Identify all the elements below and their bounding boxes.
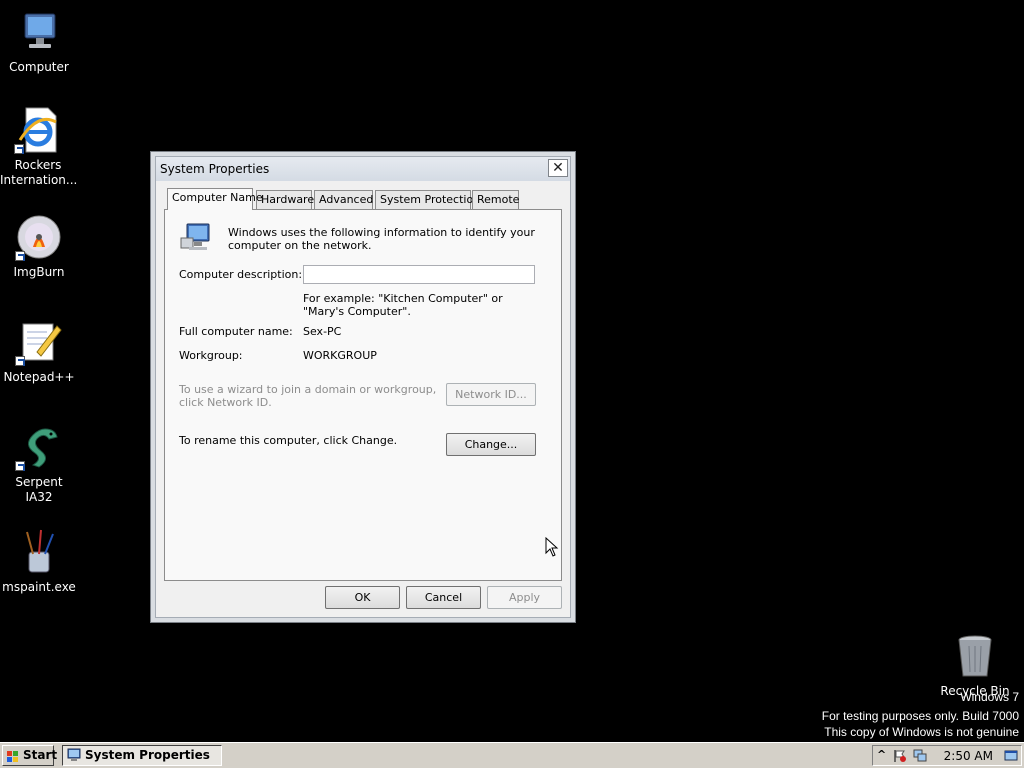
tab-system-protection[interactable]: System Protection: [375, 190, 480, 209]
start-button[interactable]: Start: [2, 745, 58, 766]
taskbar-button-system-properties[interactable]: System Properties: [62, 745, 222, 766]
desktop-icon-label-line2: Internation...: [0, 173, 78, 187]
tab-computer-name[interactable]: Computer Name: [167, 188, 263, 210]
network-computer-icon: [179, 222, 211, 252]
windows-flag-icon: [7, 750, 19, 762]
shortcut-arrow-icon: [15, 461, 25, 471]
computer-icon: [15, 8, 63, 56]
imgburn-disc-icon: [15, 213, 63, 261]
show-hidden-icons-button[interactable]: ^: [877, 748, 886, 761]
desktop-icon-imgburn[interactable]: ImgBurn: [1, 213, 77, 280]
desktop-icon-serpent-ia32[interactable]: Serpent IA32: [1, 423, 77, 505]
windows-watermark-title: Windows 7: [960, 690, 1019, 704]
mouse-cursor-icon: [545, 536, 559, 557]
system-properties-icon: [67, 748, 81, 762]
desktop-icon-label: Rockers Internation...: [0, 158, 78, 188]
tab-hardware[interactable]: Hardware: [256, 190, 314, 209]
taskbar-button-label: System Properties: [85, 748, 210, 762]
apply-button[interactable]: Apply: [487, 586, 562, 609]
system-tray: ^ 2:50 AM: [872, 745, 1022, 766]
dialog-title: System Properties: [160, 162, 270, 176]
desktop-icon-label: Serpent IA32: [15, 475, 63, 504]
taskbar-clock[interactable]: 2:50 AM: [944, 749, 993, 763]
desktop-icon-computer[interactable]: Computer: [1, 8, 77, 75]
shortcut-arrow-icon: [15, 251, 25, 261]
rename-text: To rename this computer, click Change.: [179, 434, 398, 447]
recycle-bin-icon: [951, 632, 999, 680]
start-label: Start: [23, 748, 58, 762]
desktop-icon-label-line1: Rockers: [14, 158, 62, 172]
shortcut-arrow-icon: [15, 356, 25, 366]
full-computer-name-value: Sex-PC: [303, 325, 342, 338]
desktop-icon-recycle-bin[interactable]: Recycle Bin: [937, 632, 1013, 699]
desktop-icon-label: ImgBurn: [13, 265, 65, 279]
network-tray-icon[interactable]: [913, 749, 927, 763]
shortcut-arrow-icon: [14, 144, 24, 154]
close-icon: ✕: [552, 160, 564, 176]
internet-explorer-icon: [14, 106, 62, 154]
system-properties-dialog: System Properties ✕ Computer Name Hardwa…: [150, 151, 576, 623]
taskbar: Start System Properties ^ 2:50 AM: [0, 742, 1024, 768]
ok-button[interactable]: OK: [325, 586, 400, 609]
network-id-button[interactable]: Network ID...: [446, 383, 536, 406]
desktop-icon-rockers-internet[interactable]: Rockers Internation...: [0, 106, 78, 188]
computer-description-label: Computer description:: [179, 268, 303, 281]
show-desktop-icon[interactable]: [1004, 749, 1018, 763]
intro-text: Windows uses the following information t…: [228, 226, 535, 252]
paint-brushes-icon: [15, 528, 63, 576]
full-computer-name-label: Full computer name:: [179, 325, 293, 338]
computer-name-panel: Windows uses the following information t…: [164, 209, 562, 581]
desktop-icon-notepad-plus-plus[interactable]: Notepad++: [1, 318, 77, 385]
workgroup-value: WORKGROUP: [303, 349, 377, 362]
serpent-icon: [15, 423, 63, 471]
windows-watermark-build: For testing purposes only. Build 7000: [821, 709, 1019, 723]
desktop-icon-mspaint[interactable]: mspaint.exe: [1, 528, 77, 595]
example-text: For example: "Kitchen Computer" or "Mary…: [303, 292, 503, 318]
workgroup-label: Workgroup:: [179, 349, 243, 362]
notepad-plus-plus-icon: [15, 318, 63, 366]
computer-description-input[interactable]: [303, 265, 535, 284]
action-center-flag-icon[interactable]: [893, 749, 907, 763]
close-button[interactable]: ✕: [548, 159, 568, 177]
desktop-icon-label: Computer: [9, 60, 69, 74]
dialog-titlebar[interactable]: System Properties ✕: [156, 157, 570, 181]
desktop-icon-label: mspaint.exe: [2, 580, 76, 594]
network-id-text: To use a wizard to join a domain or work…: [179, 383, 437, 409]
tab-remote[interactable]: Remote: [472, 190, 519, 209]
cancel-button[interactable]: Cancel: [406, 586, 481, 609]
change-button[interactable]: Change...: [446, 433, 536, 456]
desktop-icon-label: Notepad++: [3, 370, 75, 384]
windows-watermark-genuine: This copy of Windows is not genuine: [824, 725, 1019, 739]
tab-advanced[interactable]: Advanced: [314, 190, 373, 209]
